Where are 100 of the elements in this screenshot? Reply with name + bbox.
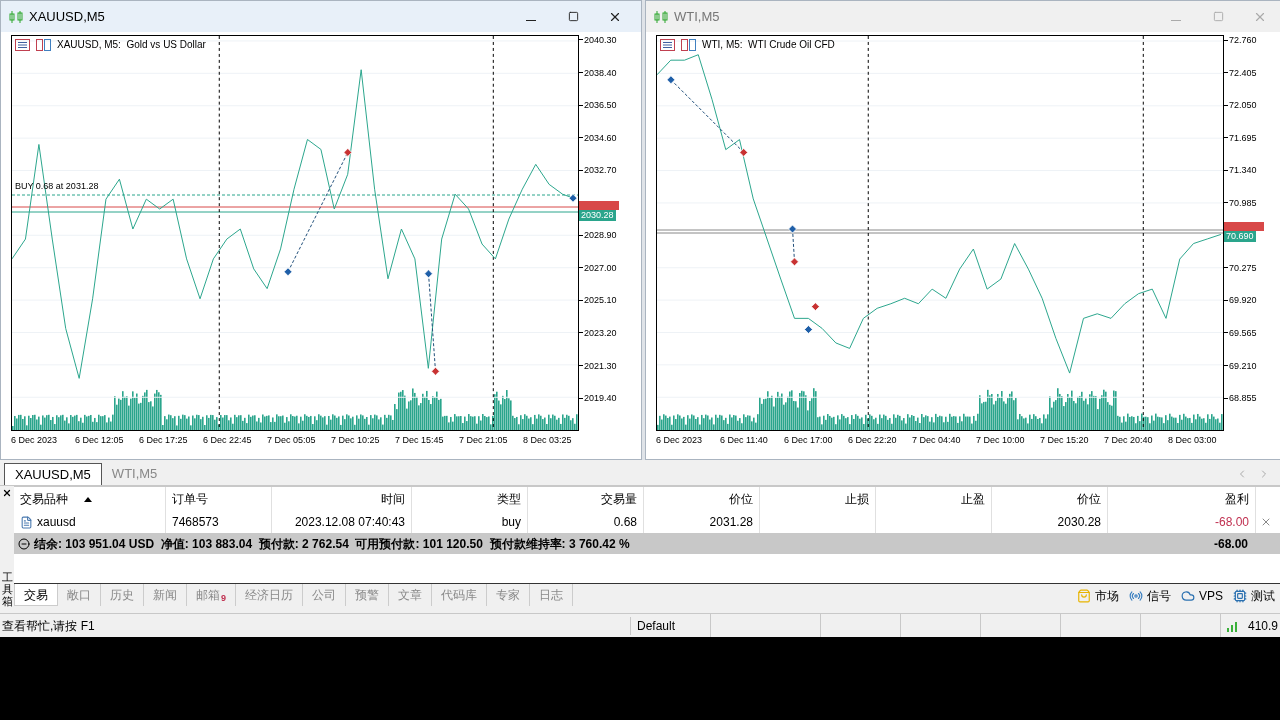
table-cell-text: xauusd: [37, 514, 76, 531]
toolbar-link[interactable]: 测试: [1228, 584, 1280, 608]
time-label: 6 Dec 22:20: [848, 434, 897, 447]
time-label: 6 Dec 17:00: [784, 434, 833, 447]
status-help: 查看帮忙,请按 F1: [1, 617, 96, 635]
table-cell-text: 2023.12.08 07:40:43: [294, 514, 405, 531]
price-label: 2032.70: [584, 165, 617, 176]
price-label: 69.920: [1229, 295, 1257, 306]
table-cell-text: -68.00: [1214, 514, 1249, 531]
time-label: 6 Dec 2023: [11, 434, 58, 447]
column-header[interactable]: 止损: [760, 487, 876, 511]
account-summary: 结余: 103 951.04 USD 净值: 103 883.04 预付款: 2 762.54 可用预付款: 101 120.50 预付款维持率: 3 760.42 %: [34, 535, 630, 553]
column-header[interactable]: 交易品种: [14, 487, 166, 511]
line-series: [656, 54, 1222, 374]
table-cell-text: buy: [501, 514, 521, 531]
time-label: 7 Dec 10:00: [976, 434, 1025, 447]
toolbox-label: 工具箱: [1, 570, 13, 607]
chart-properties-icon: [681, 38, 696, 51]
candlestick-icon: [9, 9, 23, 24]
price-label: 2019.40: [584, 393, 617, 404]
toolbar-link[interactable]: 信号: [1124, 584, 1176, 608]
maximize-icon: [1212, 11, 1224, 22]
order-label: BUY 0.68 at 2031.28: [15, 182, 99, 191]
total-profit: -68.00: [1213, 535, 1248, 553]
price-label: 72.760: [1229, 35, 1257, 46]
chip-icon: [1233, 589, 1247, 603]
status-ping: 410.9: [1248, 617, 1279, 635]
window-title: WTI,M5: [674, 7, 720, 26]
price-label: 72.405: [1229, 67, 1257, 78]
list-icon: [15, 38, 30, 51]
chart-properties-icon: [36, 38, 51, 51]
close-position-icon[interactable]: [1260, 516, 1272, 528]
signal-waves-icon: [1129, 589, 1143, 603]
table-cell-text: 0.68: [613, 514, 637, 531]
price-label: 71.340: [1229, 165, 1257, 176]
minimize-icon: [1171, 20, 1181, 21]
status-profile: Default: [630, 616, 710, 635]
column-header[interactable]: 类型: [412, 487, 528, 511]
price-label: 69.210: [1229, 360, 1257, 371]
price-label: 69.565: [1229, 328, 1257, 338]
toolbox-tab[interactable]: 交易: [14, 584, 58, 606]
price-label: 68.855: [1229, 393, 1257, 404]
unread-count: 9: [221, 592, 226, 606]
time-label: 7 Dec 15:45: [395, 434, 444, 447]
time-label: 7 Dec 15:20: [1040, 434, 1089, 447]
column-header[interactable]: 交易量: [528, 487, 644, 511]
list-icon: [660, 38, 675, 51]
price-label: 2038.40: [584, 67, 617, 78]
maximize-icon: [567, 11, 579, 22]
window-title: XAUUSD,M5: [29, 7, 105, 26]
price-label: 2025.10: [584, 295, 617, 306]
price-label: 70.275: [1229, 262, 1257, 273]
column-header[interactable]: 盈利: [1108, 487, 1256, 511]
price-label: 2023.20: [584, 328, 617, 338]
column-header[interactable]: 止盈: [876, 487, 992, 511]
ask-price-tag: [579, 201, 619, 210]
column-header[interactable]: 价位: [644, 487, 760, 511]
toolbar-link[interactable]: 市场: [1072, 584, 1124, 608]
bag-icon: [1077, 589, 1091, 603]
price-label: 72.050: [1229, 100, 1257, 111]
price-label: 70.985: [1229, 197, 1257, 208]
minimize-icon: [526, 20, 536, 21]
time-label: 7 Dec 20:40: [1104, 434, 1153, 447]
time-label: 7 Dec 05:05: [267, 434, 316, 447]
candlestick-icon: [654, 9, 668, 24]
time-label: 6 Dec 2023: [656, 434, 703, 447]
table-cell-text: 7468573: [172, 514, 219, 531]
document-icon: [20, 515, 33, 529]
chart-tab[interactable]: XAUUSD,M5: [4, 463, 102, 485]
time-label: 6 Dec 11:40: [720, 434, 768, 447]
collapse-icon[interactable]: [18, 537, 30, 550]
time-label: 7 Dec 10:25: [331, 434, 380, 447]
time-label: 6 Dec 22:45: [203, 434, 252, 447]
column-header[interactable]: 订单号: [166, 487, 272, 511]
price-label: 2040.30: [584, 35, 617, 45]
column-header[interactable]: 价位: [992, 487, 1108, 511]
time-label: 8 Dec 03:25: [523, 434, 572, 447]
time-label: 7 Dec 21:05: [459, 434, 508, 447]
time-label: 6 Dec 17:25: [139, 434, 188, 447]
price-label: 2021.30: [584, 360, 617, 371]
bid-price-tag: 2030.28: [579, 210, 616, 221]
signal-icon: [1226, 619, 1240, 632]
price-label: 2027.00: [584, 262, 617, 273]
ask-price-tag: [1224, 222, 1264, 231]
bid-price-tag: 70.690: [1224, 231, 1256, 242]
price-label: 2034.60: [584, 132, 617, 143]
time-label: 8 Dec 03:00: [1168, 434, 1217, 447]
column-header[interactable]: 时间: [272, 487, 412, 511]
chart-legend: XAUUSD, M5: Gold vs US Dollar: [57, 37, 206, 52]
time-label: 7 Dec 04:40: [912, 434, 961, 447]
price-label: 2036.50: [584, 100, 617, 111]
price-label: 71.695: [1229, 132, 1257, 143]
table-cell-text: 2031.28: [709, 514, 753, 531]
toolbar-link[interactable]: VPS: [1176, 584, 1228, 608]
chart-legend: WTI, M5: WTI Crude Oil CFD: [702, 37, 835, 52]
cloud-icon: [1181, 589, 1195, 603]
table-cell-text: 2030.28: [1057, 514, 1101, 531]
close-icon[interactable]: [2, 488, 12, 498]
price-label: 2028.90: [584, 230, 617, 241]
time-label: 6 Dec 12:05: [75, 434, 124, 447]
